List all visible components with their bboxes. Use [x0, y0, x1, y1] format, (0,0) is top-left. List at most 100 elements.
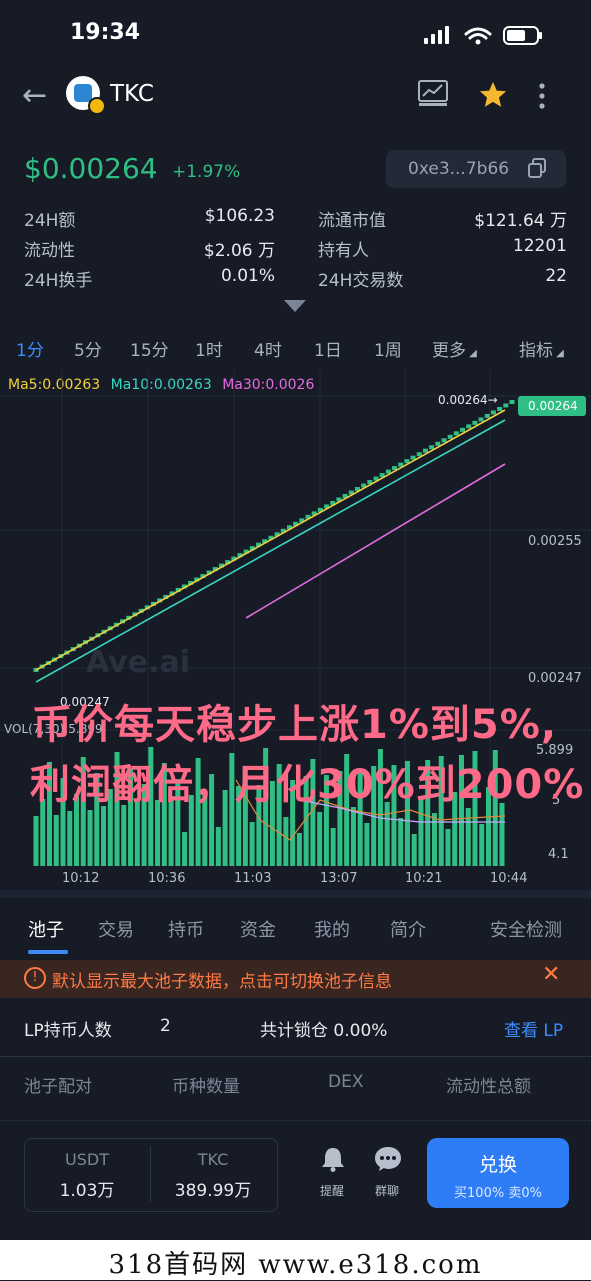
stat-value: $106.23 — [204, 206, 275, 226]
candle — [472, 420, 478, 425]
token-name: TKC — [110, 81, 154, 107]
tab-pool[interactable]: 池子 — [28, 916, 64, 942]
active-tab-indicator — [28, 950, 68, 954]
stat-value: 0.01% — [220, 266, 275, 286]
timeframe-4h[interactable]: 4时 — [254, 336, 282, 361]
stat-label: 24H交易数 — [318, 271, 404, 291]
time-tick: 10:36 — [148, 871, 185, 886]
column-header: 池子配对 — [24, 1077, 92, 1097]
tab-trades[interactable]: 交易 — [98, 916, 134, 942]
volume-tick: 4.1 — [548, 847, 569, 862]
candle — [429, 445, 435, 450]
candle — [453, 431, 459, 436]
time-tick: 11:03 — [234, 871, 271, 886]
pool-amount: 389.99万 — [174, 1181, 252, 1201]
candle — [441, 438, 447, 443]
indicator-button[interactable]: 指标 ◢ — [519, 336, 564, 361]
column-header: DEX — [328, 1072, 364, 1092]
volume-bar — [398, 818, 404, 866]
alert-label: 提醒 — [320, 1184, 345, 1198]
volume-bar — [182, 832, 188, 866]
star-icon[interactable] — [478, 80, 508, 110]
more-icon[interactable] — [532, 82, 552, 110]
notice-text: 默认显示最大池子数据，点击可切换池子信息 — [52, 972, 392, 992]
volume-bar — [445, 829, 451, 866]
timeframe-15m[interactable]: 15分 — [130, 336, 169, 361]
timeframe-more[interactable]: 更多 ◢ — [432, 336, 477, 361]
candle — [484, 413, 490, 418]
wifi-icon — [464, 27, 492, 40]
volume-bar — [431, 813, 437, 866]
time-tick: 10:44 — [490, 871, 527, 886]
timeframe-1m[interactable]: 1分 — [16, 336, 44, 361]
volume-bar — [411, 834, 417, 866]
copy-icon[interactable] — [528, 158, 546, 178]
tab-security-check[interactable]: 安全检测 — [490, 916, 562, 942]
pool-amount: 1.03万 — [59, 1181, 115, 1201]
total-lock: 共计锁仓 0.00% — [260, 1021, 388, 1041]
indicator-label: 指标 — [519, 341, 553, 361]
volume-bar — [33, 816, 39, 866]
bell-icon[interactable] — [320, 1146, 346, 1172]
tab-mine[interactable]: 我的 — [314, 916, 350, 942]
price-chart[interactable]: 0.00264→ 0.00264 0.00255 0.00247 0.00247… — [0, 370, 591, 890]
candle — [422, 448, 428, 453]
volume-bar — [364, 823, 370, 866]
candle — [497, 406, 503, 411]
timeframe-1w[interactable]: 1周 — [374, 336, 402, 361]
row-divider — [0, 1056, 591, 1057]
promo-overlay-line2: 利润翻倍，月化30%到200% — [30, 762, 585, 808]
stat-label: 24H换手 — [24, 271, 93, 291]
volume-bar — [53, 815, 59, 866]
price-tick: 0.00255 — [528, 534, 582, 549]
stat-value: $2.06 万 — [203, 241, 275, 261]
close-icon[interactable]: ✕ — [542, 962, 560, 987]
timeframe-1h[interactable]: 1时 — [195, 336, 223, 361]
price-tick: 0.00247 — [528, 671, 582, 686]
section-divider — [0, 890, 591, 898]
stat-label: 流动性 — [24, 241, 75, 261]
back-arrow-icon[interactable]: ← — [22, 78, 47, 113]
chat-icon[interactable] — [374, 1146, 402, 1172]
pool-symbol: TKC — [197, 1150, 229, 1169]
volume-bar — [67, 811, 73, 866]
signal-icon — [424, 26, 449, 44]
volume-bar — [384, 802, 390, 866]
ma30-line — [245, 463, 506, 619]
current-price: $0.00264 — [24, 152, 158, 185]
status-icons — [424, 26, 542, 45]
status-bar: 19:34 — [0, 0, 591, 70]
tab-intro[interactable]: 简介 — [390, 916, 426, 942]
lp-holders-label: LP持币人数 — [24, 1021, 112, 1041]
swap-ratio: 买100% 卖0% — [454, 1186, 542, 1201]
top-price-marker: 0.00264→ — [438, 393, 498, 407]
time-tick: 13:07 — [320, 871, 357, 886]
volume-bar — [296, 833, 302, 866]
volume-bar — [121, 805, 127, 866]
bnb-chain-badge-icon — [88, 97, 106, 115]
candle — [478, 417, 484, 422]
expand-chevron-icon[interactable] — [284, 300, 306, 312]
volume-bar — [101, 806, 107, 866]
tab-funds[interactable]: 资金 — [240, 916, 276, 942]
candle — [503, 403, 509, 408]
view-lp-link[interactable]: 查看 LP — [504, 1016, 563, 1041]
tab-holders[interactable]: 持币 — [168, 916, 204, 942]
volume-bar — [134, 801, 140, 866]
time-tick: 10:21 — [405, 871, 442, 886]
stat-label: 24H额 — [24, 211, 76, 231]
stat-value: 22 — [545, 266, 567, 286]
candle — [460, 427, 466, 432]
volume-bar — [465, 808, 471, 866]
battery-icon — [503, 26, 542, 45]
last-price-label: 0.00264 — [528, 399, 578, 413]
volume-bar — [350, 807, 356, 866]
timeframe-5m[interactable]: 5分 — [74, 336, 102, 361]
volume-bar — [499, 803, 505, 866]
pool-symbol: USDT — [65, 1150, 109, 1169]
time-tick: 10:12 — [62, 871, 99, 886]
candle — [435, 441, 441, 446]
chat-label: 群聊 — [375, 1184, 400, 1198]
timeframe-1d[interactable]: 1日 — [314, 336, 342, 361]
chart-icon[interactable] — [418, 80, 448, 106]
